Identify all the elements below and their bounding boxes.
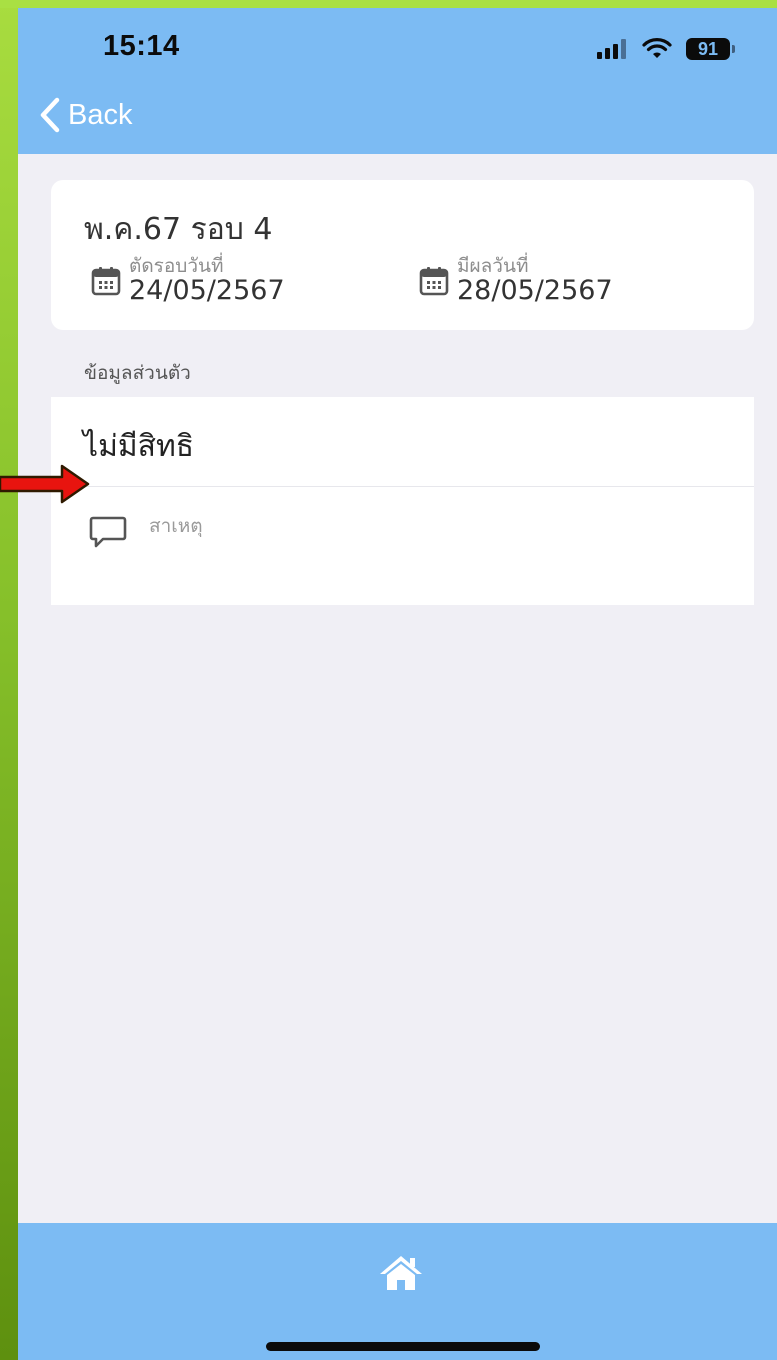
status-time: 15:14 (103, 30, 180, 62)
chat-bubble-icon (89, 516, 127, 548)
personal-info-card: ไม่มีสิทธิ สาเหตุ (51, 397, 754, 605)
round-title: พ.ค.67 รอบ 4 (84, 212, 273, 247)
red-arrow-icon (0, 464, 90, 504)
back-button[interactable]: Back (38, 96, 132, 134)
result-date: มีผลวันที่ 28/05/2567 (419, 256, 613, 306)
phone-screen: 15:14 91 Back พ.ค.67 รอบ 4 ตัดรอบวันที่ … (18, 8, 777, 1360)
round-card: พ.ค.67 รอบ 4 ตัดรอบวันที่ 24/05/2567 มีผ… (51, 180, 754, 330)
reason-label: สาเหตุ (149, 515, 203, 537)
result-date-value: 28/05/2567 (457, 275, 613, 306)
frame-top-edge (0, 0, 777, 8)
cut-off-label: ตัดรอบวันที่ (129, 255, 224, 277)
wifi-icon (642, 38, 672, 58)
home-indicator (266, 1342, 540, 1351)
app-header: 15:14 91 Back (18, 8, 777, 154)
status-icons: 91 (597, 36, 735, 62)
cut-off-date-value: 24/05/2567 (129, 275, 285, 306)
calendar-icon (419, 267, 449, 296)
chevron-left-icon (40, 97, 60, 133)
calendar-icon (91, 267, 121, 296)
personal-info-section-label: ข้อมูลส่วนตัว (84, 362, 191, 384)
home-icon[interactable] (378, 1253, 424, 1293)
bottom-tab-bar (18, 1223, 777, 1360)
cut-off-date: ตัดรอบวันที่ 24/05/2567 (91, 256, 285, 306)
result-label: มีผลวันที่ (457, 255, 529, 277)
battery-level: 91 (686, 38, 730, 60)
battery-icon: 91 (686, 38, 735, 60)
divider (83, 486, 754, 487)
eligibility-status: ไม่มีสิทธิ (83, 429, 195, 464)
back-label: Back (68, 98, 133, 131)
cellular-signal-icon (597, 39, 626, 59)
